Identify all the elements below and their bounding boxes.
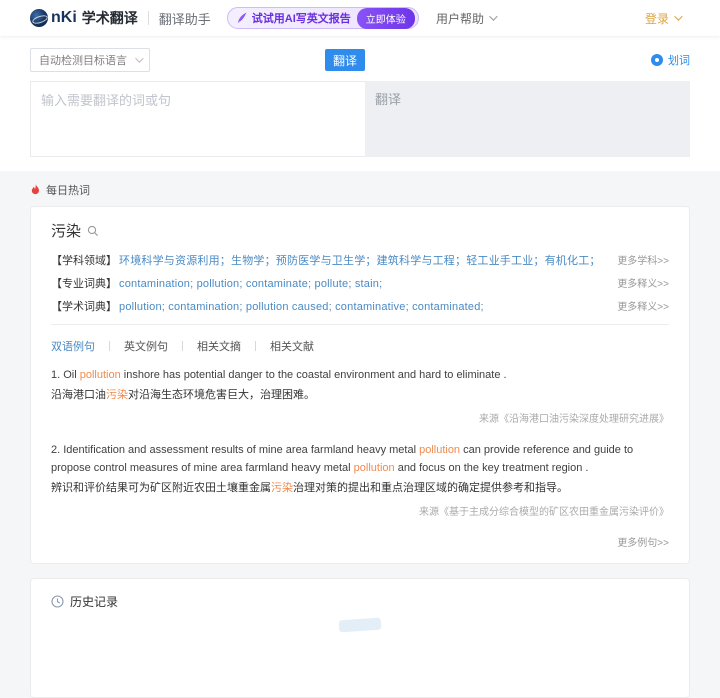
dict-label: 【学术词典】 bbox=[51, 298, 117, 314]
tab-english-examples[interactable]: 英文例句 bbox=[124, 338, 168, 354]
more-meanings-link[interactable]: 更多释义>> bbox=[617, 298, 669, 313]
language-select-value: 自动检测目标语言 bbox=[39, 52, 127, 68]
try-now-button[interactable]: 立即体验 bbox=[357, 8, 415, 29]
cnki-logo-text: nKi bbox=[51, 9, 77, 27]
tab-separator bbox=[255, 341, 256, 351]
more-examples-link[interactable]: 更多例句>> bbox=[51, 534, 669, 549]
app-subtitle: 翻译助手 bbox=[159, 9, 211, 28]
quill-icon bbox=[236, 12, 248, 24]
highlighted-term: pollution bbox=[80, 369, 121, 381]
highlighted-term: pollution bbox=[354, 462, 395, 474]
highlighted-term: 污染 bbox=[106, 389, 128, 401]
dict-row-professional: 【专业词典】 contamination; pollution; contami… bbox=[51, 275, 669, 291]
dict-terms[interactable]: 环境科学与资源利用；生物学；预防医学与卫生学；建筑科学与工程；轻工业手工业；有机… bbox=[119, 252, 605, 268]
highlighted-term: 污染 bbox=[271, 482, 293, 494]
dict-row-subjects: 【学科领域】 环境科学与资源利用；生物学；预防医学与卫生学；建筑科学与工程；轻工… bbox=[51, 252, 669, 268]
dict-label: 【专业词典】 bbox=[51, 275, 117, 291]
cnki-globe-icon bbox=[30, 9, 48, 27]
highlighted-term: pollution bbox=[419, 444, 460, 456]
dict-label: 【学科领域】 bbox=[51, 252, 117, 268]
login-label: 登录 bbox=[645, 10, 669, 27]
tab-bilingual-examples[interactable]: 双语例句 bbox=[51, 338, 95, 354]
flame-icon bbox=[30, 184, 41, 196]
history-section: 历史记录 bbox=[0, 578, 720, 698]
tab-separator bbox=[109, 341, 110, 351]
example-sentence-1: 1. Oil pollution inshore has potential d… bbox=[51, 366, 669, 429]
word-select-label: 划词 bbox=[668, 52, 690, 68]
divider bbox=[148, 11, 149, 25]
translate-button[interactable]: 翻译 bbox=[325, 49, 365, 71]
example-sentence-2: 2. Identification and assessment results… bbox=[51, 441, 669, 522]
example-english: 1. Oil pollution inshore has potential d… bbox=[51, 366, 669, 384]
tab-related-literature[interactable]: 相关文献 bbox=[270, 338, 314, 354]
dict-row-academic: 【学术词典】 pollution; contamination; polluti… bbox=[51, 298, 669, 314]
example-chinese: 沿海港口油污染对沿海生态环境危害巨大，治理困难。 bbox=[51, 386, 669, 404]
daily-hotword-section: 每日热词 污染 【学科领域】 环境科学与资源利用；生物学；预防医学与卫生学；建筑… bbox=[0, 182, 720, 564]
example-chinese: 辨识和评价结果可为矿区附近农田土壤重金属污染治理对策的提出和重点治理区域的确定提… bbox=[51, 479, 669, 497]
chevron-down-icon bbox=[135, 54, 143, 62]
chevron-down-icon bbox=[674, 12, 682, 20]
example-tabs: 双语例句 英文例句 相关文摘 相关文献 bbox=[51, 325, 669, 366]
language-select[interactable]: 自动检测目标语言 bbox=[30, 48, 150, 72]
more-subjects-link[interactable]: 更多学科>> bbox=[617, 252, 669, 267]
ai-banner-text: 试试用AI写英文报告 bbox=[252, 10, 351, 26]
product-name: 学术翻译 bbox=[82, 8, 138, 28]
hot-word: 污染 bbox=[51, 220, 81, 241]
word-select-toggle-icon bbox=[651, 54, 663, 66]
word-select-toggle[interactable]: 划词 bbox=[651, 52, 690, 68]
history-clock-icon bbox=[51, 595, 64, 608]
chevron-down-icon bbox=[489, 12, 497, 20]
tab-separator bbox=[182, 341, 183, 351]
dict-terms[interactable]: contamination; pollution; contaminate; p… bbox=[119, 278, 605, 290]
brand-logo[interactable]: nKi 学术翻译 bbox=[30, 8, 138, 28]
login-menu[interactable]: 登录 bbox=[645, 10, 680, 27]
history-title: 历史记录 bbox=[70, 593, 118, 610]
tab-related-abstracts[interactable]: 相关文摘 bbox=[197, 338, 241, 354]
dict-terms[interactable]: pollution; contamination; pollution caus… bbox=[119, 301, 605, 313]
hotword-card: 污染 【学科领域】 环境科学与资源利用；生物学；预防医学与卫生学；建筑科学与工程… bbox=[30, 206, 690, 564]
example-source-link[interactable]: 来源《基于主成分综合模型的矿区农田重金属污染评价》 bbox=[51, 505, 669, 522]
history-card: 历史记录 bbox=[30, 578, 690, 698]
empty-state-illustration bbox=[339, 617, 382, 632]
translate-panel: 自动检测目标语言 翻译 划词 翻译 bbox=[0, 36, 720, 171]
ai-report-banner[interactable]: 试试用AI写英文报告 立即体验 bbox=[227, 7, 419, 29]
daily-hotword-title: 每日热词 bbox=[46, 182, 90, 198]
translation-output: 翻译 bbox=[365, 81, 690, 157]
more-meanings-link[interactable]: 更多释义>> bbox=[617, 275, 669, 290]
source-text-input[interactable] bbox=[30, 81, 365, 157]
top-header: nKi 学术翻译 翻译助手 试试用AI写英文报告 立即体验 用户帮助 登录 bbox=[0, 0, 720, 36]
user-help-menu[interactable]: 用户帮助 bbox=[436, 10, 495, 27]
user-help-label: 用户帮助 bbox=[436, 10, 484, 27]
search-icon[interactable] bbox=[87, 225, 99, 237]
example-source-link[interactable]: 来源《沿海港口油污染深度处理研究进展》 bbox=[51, 412, 669, 429]
example-english: 2. Identification and assessment results… bbox=[51, 441, 669, 477]
